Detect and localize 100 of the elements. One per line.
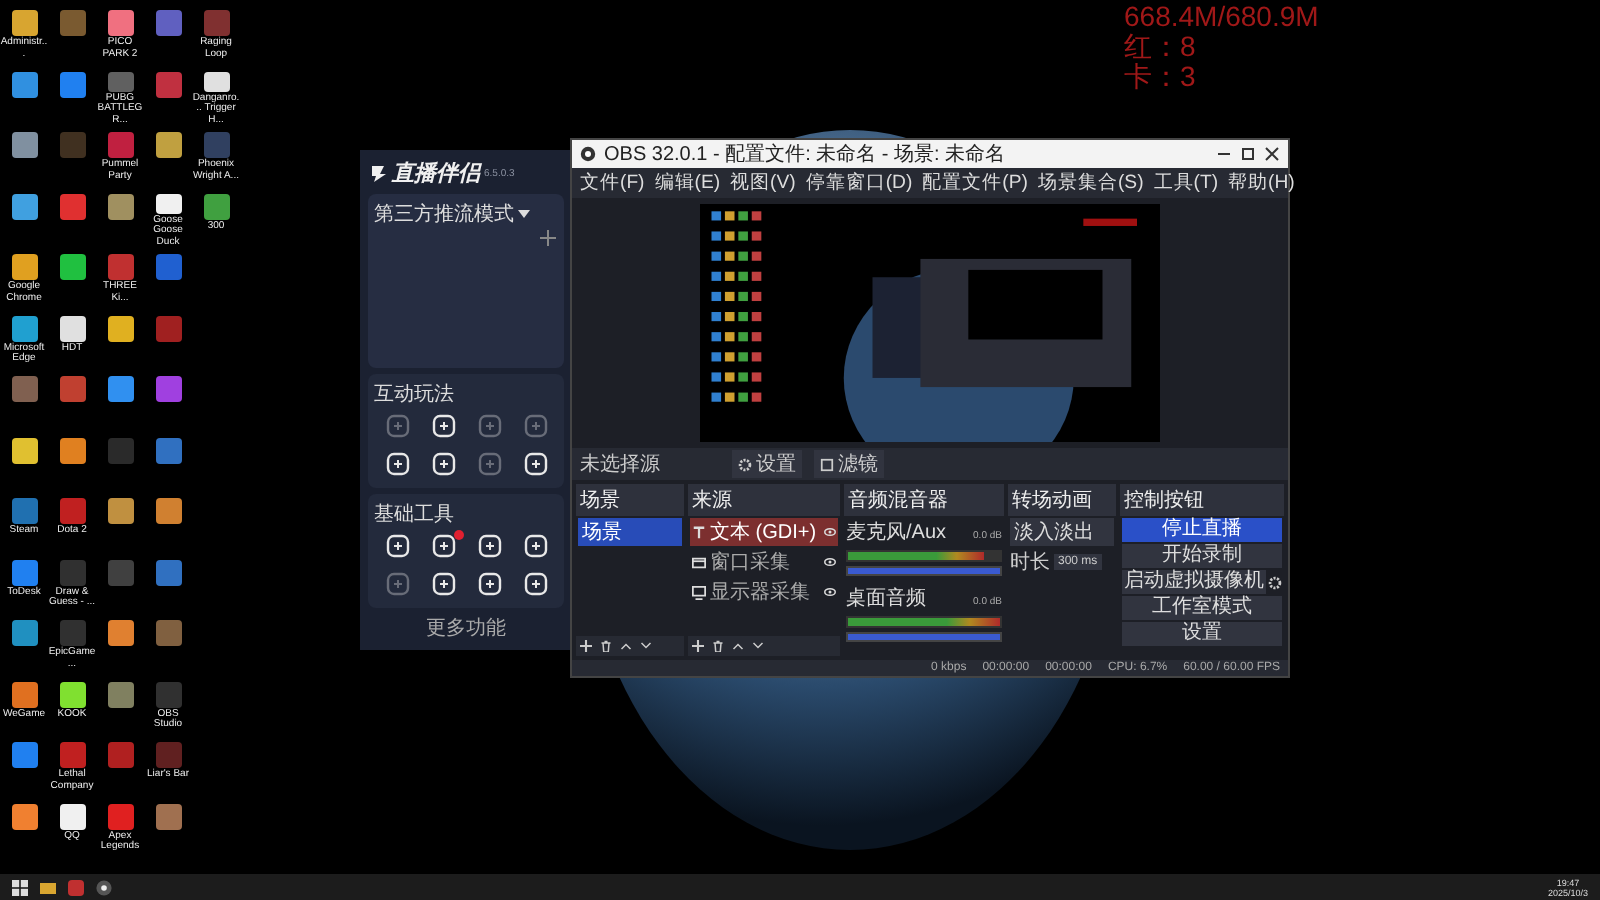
- logo-icon: [368, 163, 388, 183]
- app-icon[interactable]: [11, 254, 37, 280]
- control-button[interactable]: 工作室模式: [1122, 596, 1282, 620]
- scene-item[interactable]: 场景: [578, 518, 682, 546]
- dock-title: 场景: [576, 484, 684, 516]
- app-icon[interactable]: [11, 193, 37, 219]
- filter-icon: [820, 457, 834, 471]
- duration-label: 时长: [1010, 549, 1050, 576]
- eye-icon[interactable]: [824, 586, 836, 598]
- tool-icon[interactable]: [477, 534, 501, 558]
- trash-icon[interactable]: [712, 640, 724, 652]
- section-title: 基础工具: [374, 501, 456, 528]
- trash-icon[interactable]: [600, 640, 612, 652]
- app-logo-icon: [580, 146, 596, 162]
- menu-item[interactable]: 视图(V): [730, 170, 796, 196]
- dock-title: 转场动画: [1008, 484, 1116, 516]
- app-icon[interactable]: [155, 132, 181, 158]
- windows-start-icon[interactable]: [12, 879, 28, 895]
- app-icon[interactable]: [11, 315, 37, 341]
- add-icon[interactable]: [540, 230, 556, 246]
- dock-title: 音频混音器: [844, 484, 1004, 516]
- control-button[interactable]: 设置: [1122, 622, 1282, 646]
- down-icon[interactable]: [640, 640, 652, 652]
- app-icon[interactable]: [11, 437, 37, 463]
- window-icon: [692, 555, 706, 569]
- tool-icon[interactable]: [431, 572, 455, 596]
- tool-icon[interactable]: [523, 452, 547, 476]
- app-icon[interactable]: [155, 498, 181, 524]
- transition-dropdown[interactable]: 淡入淡出: [1010, 518, 1114, 546]
- channel-name: 桌面音频: [846, 585, 926, 612]
- tool-icon[interactable]: [431, 414, 455, 438]
- tool-icon[interactable]: [431, 534, 455, 558]
- app-icon[interactable]: [11, 71, 37, 97]
- caret-icon: [518, 210, 530, 218]
- tool-icon[interactable]: [385, 452, 409, 476]
- close-icon[interactable]: [1264, 146, 1280, 162]
- down-icon[interactable]: [752, 640, 764, 652]
- source-item[interactable]: 显示器采集: [690, 578, 838, 606]
- eye-icon[interactable]: [824, 526, 836, 538]
- overlay-text: 卡：3: [1124, 62, 1198, 92]
- tool-icon[interactable]: [385, 534, 409, 558]
- eye-icon[interactable]: [824, 556, 836, 568]
- menu-item[interactable]: 停靠窗口(D): [805, 170, 913, 196]
- dock-title: 来源: [688, 484, 840, 516]
- menu-item[interactable]: 帮助(H): [1228, 170, 1295, 196]
- properties-button[interactable]: 设置: [732, 450, 802, 478]
- app-icon[interactable]: [203, 71, 229, 91]
- tool-icon[interactable]: [431, 452, 455, 476]
- channel-name: 麦克风/Aux: [846, 519, 947, 546]
- control-button[interactable]: 启动虚拟摄像机: [1122, 570, 1266, 594]
- app-icon[interactable]: [107, 376, 133, 402]
- gear-icon: [738, 457, 752, 471]
- up-icon[interactable]: [732, 640, 744, 652]
- app-icon[interactable]: [59, 254, 85, 280]
- tool-icon[interactable]: [523, 572, 547, 596]
- text-source-icon: [692, 525, 706, 539]
- tool-icon[interactable]: [523, 534, 547, 558]
- app-icon[interactable]: [59, 803, 85, 829]
- overlay-text: 668.4M/680.9M: [1124, 2, 1319, 32]
- window-title: OBS 32.0.1 - 配置文件: 未命名 - 场景: 未命名: [604, 141, 1006, 168]
- menu-item[interactable]: 配置文件(P): [922, 170, 1028, 196]
- dock-title: 控制按钮: [1120, 484, 1284, 516]
- app-icon[interactable]: [59, 315, 85, 341]
- app-icon[interactable]: [203, 193, 229, 219]
- app-icon[interactable]: [59, 437, 85, 463]
- control-button[interactable]: 开始录制: [1122, 544, 1282, 568]
- add-icon[interactable]: [692, 640, 704, 652]
- app-icon[interactable]: [107, 10, 133, 36]
- filters-button[interactable]: 滤镜: [814, 450, 884, 478]
- section-title: 互动玩法: [374, 381, 456, 408]
- app-icon[interactable]: [107, 193, 133, 219]
- tool-icon[interactable]: [477, 572, 501, 596]
- control-button[interactable]: 停止直播: [1122, 518, 1282, 542]
- menu-item[interactable]: 工具(T): [1153, 170, 1219, 196]
- app-name: 直播伴侣: [392, 159, 480, 188]
- source-item[interactable]: 文本 (GDI+): [690, 518, 838, 546]
- no-source-label: 未选择源: [580, 451, 662, 478]
- notification-dot: [454, 530, 464, 540]
- menu-item[interactable]: 文件(F): [580, 170, 645, 196]
- app-icon[interactable]: [59, 681, 85, 707]
- overlay-text: 红：8: [1124, 32, 1198, 62]
- more-features-button[interactable]: 更多功能: [426, 614, 506, 642]
- gear-icon[interactable]: [1268, 575, 1282, 589]
- maximize-icon[interactable]: [1240, 146, 1256, 162]
- app-icon[interactable]: [11, 132, 37, 158]
- mode-dropdown[interactable]: 第三方推流模式: [374, 200, 530, 228]
- app-icon[interactable]: [107, 620, 133, 646]
- monitor-icon: [692, 585, 706, 599]
- app-icon[interactable]: [11, 803, 37, 829]
- app-icon[interactable]: [155, 193, 181, 213]
- add-icon[interactable]: [580, 640, 592, 652]
- source-item[interactable]: 窗口采集: [690, 548, 838, 576]
- app-icon[interactable]: [11, 10, 37, 36]
- menu-item[interactable]: 编辑(E): [654, 170, 721, 196]
- folder-icon[interactable]: [40, 879, 56, 895]
- up-icon[interactable]: [620, 640, 632, 652]
- app-icon[interactable]: [107, 315, 133, 341]
- app-icon[interactable]: [11, 681, 37, 707]
- app-icon[interactable]: [107, 498, 133, 524]
- menu-item[interactable]: 场景集合(S): [1037, 170, 1144, 196]
